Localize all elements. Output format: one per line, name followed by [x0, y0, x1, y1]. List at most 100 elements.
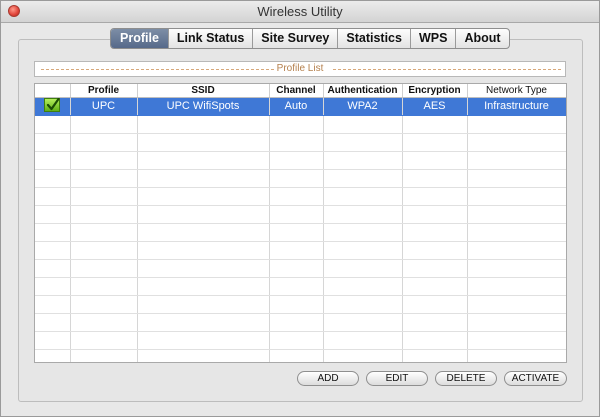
empty-cell — [35, 187, 71, 206]
empty-table-row[interactable] — [35, 115, 566, 134]
empty-cell — [35, 259, 71, 278]
empty-cell — [402, 187, 468, 206]
empty-cell — [323, 277, 403, 296]
empty-cell — [137, 295, 270, 314]
edit-button[interactable]: EDIT — [366, 371, 428, 386]
empty-cell — [402, 205, 468, 224]
table-header-row: Profile SSID Channel Authentication Encr… — [35, 84, 566, 98]
empty-table-row[interactable] — [35, 331, 566, 350]
checkmark-icon — [44, 97, 61, 113]
tab-site-survey[interactable]: Site Survey — [252, 29, 337, 48]
empty-table-row[interactable] — [35, 313, 566, 332]
empty-cell — [467, 241, 566, 260]
empty-cell — [35, 169, 71, 188]
table-row[interactable]: UPC UPC WifiSpots Auto WPA2 AES Infrastr… — [35, 97, 566, 116]
empty-cell — [269, 313, 324, 332]
empty-table-row[interactable] — [35, 223, 566, 242]
empty-cell — [323, 205, 403, 224]
add-button[interactable]: ADD — [297, 371, 359, 386]
column-header-authentication[interactable]: Authentication — [323, 84, 403, 98]
empty-cell — [70, 151, 138, 170]
profile-list-header: Profile List — [34, 61, 566, 77]
column-header-network-type[interactable]: Network Type — [467, 84, 566, 98]
empty-cell — [35, 205, 71, 224]
empty-table-row[interactable] — [35, 133, 566, 152]
column-header-profile[interactable]: Profile — [70, 84, 138, 98]
empty-cell — [323, 331, 403, 350]
empty-cell — [70, 133, 138, 152]
empty-cell — [35, 331, 71, 350]
network-type-cell: Infrastructure — [467, 97, 566, 116]
empty-table-row[interactable] — [35, 277, 566, 296]
empty-cell — [467, 223, 566, 242]
profile-table: Profile SSID Channel Authentication Encr… — [34, 83, 567, 363]
empty-cell — [70, 241, 138, 260]
empty-cell — [137, 259, 270, 278]
empty-cell — [70, 331, 138, 350]
empty-cell — [70, 313, 138, 332]
empty-cell — [323, 169, 403, 188]
empty-cell — [137, 313, 270, 332]
window-title: Wireless Utility — [257, 4, 343, 19]
empty-cell — [70, 115, 138, 134]
empty-cell — [35, 277, 71, 296]
empty-cell — [70, 187, 138, 206]
empty-cell — [467, 259, 566, 278]
title-bar: Wireless Utility — [1, 1, 599, 23]
empty-table-row[interactable] — [35, 187, 566, 206]
tab-statistics[interactable]: Statistics — [337, 29, 410, 48]
empty-cell — [269, 187, 324, 206]
empty-table-row[interactable] — [35, 295, 566, 314]
empty-table-row[interactable] — [35, 151, 566, 170]
activate-button[interactable]: ACTIVATE — [504, 371, 567, 386]
authentication-cell: WPA2 — [323, 97, 403, 116]
column-header-channel[interactable]: Channel — [269, 84, 324, 98]
tab-profile[interactable]: Profile — [111, 29, 168, 48]
empty-cell — [402, 331, 468, 350]
empty-cell — [70, 295, 138, 314]
empty-cell — [137, 115, 270, 134]
wireless-utility-window: Wireless Utility Profile Link Status Sit… — [0, 0, 600, 417]
empty-cell — [467, 277, 566, 296]
empty-cell — [467, 295, 566, 314]
empty-cell — [269, 295, 324, 314]
tab-bar: Profile Link Status Site Survey Statisti… — [110, 28, 510, 49]
empty-cell — [402, 169, 468, 188]
empty-cell — [269, 115, 324, 134]
empty-cell — [137, 349, 270, 362]
empty-cell — [323, 115, 403, 134]
tab-link-status[interactable]: Link Status — [167, 29, 252, 48]
empty-cell — [467, 313, 566, 332]
delete-button[interactable]: DELETE — [435, 371, 497, 386]
channel-cell: Auto — [269, 97, 324, 116]
empty-cell — [467, 133, 566, 152]
empty-cell — [467, 187, 566, 206]
empty-cell — [35, 313, 71, 332]
empty-cell — [323, 151, 403, 170]
empty-cell — [137, 187, 270, 206]
empty-table-row[interactable] — [35, 169, 566, 188]
empty-cell — [402, 313, 468, 332]
column-header-ssid[interactable]: SSID — [137, 84, 270, 98]
tab-wps[interactable]: WPS — [409, 29, 455, 48]
tab-about[interactable]: About — [455, 29, 508, 48]
empty-cell — [35, 151, 71, 170]
column-header-encryption[interactable]: Encryption — [402, 84, 468, 98]
empty-cell — [402, 295, 468, 314]
empty-cell — [402, 277, 468, 296]
empty-cell — [402, 349, 468, 362]
empty-cell — [402, 115, 468, 134]
empty-cell — [269, 169, 324, 188]
empty-cell — [137, 151, 270, 170]
empty-cell — [402, 223, 468, 242]
empty-cell — [402, 259, 468, 278]
empty-cell — [269, 349, 324, 362]
empty-cell — [35, 133, 71, 152]
empty-table-row[interactable] — [35, 349, 566, 362]
empty-table-row[interactable] — [35, 205, 566, 224]
empty-cell — [269, 151, 324, 170]
empty-table-row[interactable] — [35, 241, 566, 260]
empty-cell — [323, 349, 403, 362]
empty-cell — [70, 277, 138, 296]
empty-table-row[interactable] — [35, 259, 566, 278]
